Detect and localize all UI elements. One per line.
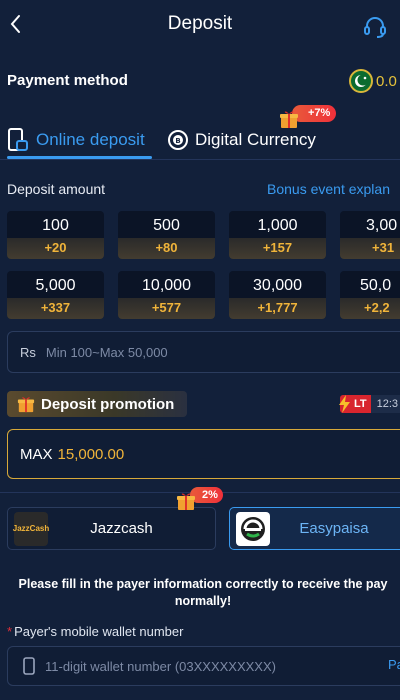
payment-option-jazzcash[interactable]: JazzCash Jazzcash xyxy=(7,507,216,550)
amount-bonus: +337 xyxy=(7,298,104,319)
amount-bonus: +1,777 xyxy=(229,298,326,319)
balance-display[interactable]: 0.0 xyxy=(349,69,397,93)
wallet-number-input[interactable] xyxy=(45,658,345,674)
amount-option[interactable]: 1,000 +157 xyxy=(229,211,326,259)
wallet-number-field[interactable] xyxy=(7,646,400,686)
amount-bonus: +31 xyxy=(340,238,400,259)
payer-wallet-label: * Payer's mobile wallet number xyxy=(7,624,183,639)
pakistan-flag-icon xyxy=(349,69,373,93)
tab-digital-currency[interactable]: B Digital Currency xyxy=(167,125,316,155)
amount-bonus: +20 xyxy=(7,238,104,259)
max-value: 15,000.00 xyxy=(57,445,125,463)
deposit-amount-label: Deposit amount xyxy=(7,181,106,197)
payer-wallet-label-text: Payer's mobile wallet number xyxy=(14,624,184,639)
payer-info-notice: Please fill in the payer information cor… xyxy=(0,576,400,610)
amount-bonus: +157 xyxy=(229,238,326,259)
currency-label: Rs xyxy=(20,344,36,360)
amount-value: 100 xyxy=(42,217,69,234)
bonus-event-link[interactable]: Bonus event explan xyxy=(267,181,390,197)
deposit-promotion-header: Deposit promotion xyxy=(7,391,187,417)
required-mark: * xyxy=(7,624,13,639)
payment-option-easypaisa[interactable]: Easypaisa xyxy=(229,507,400,550)
deposit-promotion-label: Deposit promotion xyxy=(41,395,175,413)
amount-value: 50,0 xyxy=(360,277,392,294)
amount-option[interactable]: 100 +20 xyxy=(7,211,104,259)
amount-option[interactable]: 30,000 +1,777 xyxy=(229,271,326,319)
limited-time-badge: LT 12:3 xyxy=(339,395,400,413)
easypaisa-logo xyxy=(236,511,270,546)
promotion-max-box[interactable]: MAX 15,000.00 xyxy=(7,429,400,479)
max-label: MAX xyxy=(20,445,53,463)
payment-method-label: Payment method xyxy=(7,72,128,89)
notice-line: normally! xyxy=(174,594,232,608)
amount-input-field[interactable]: Rs xyxy=(7,331,400,373)
amount-value: 10,000 xyxy=(142,277,191,294)
amount-option[interactable]: 3,00 +31 xyxy=(340,211,400,259)
amount-option[interactable]: 10,000 +577 xyxy=(118,271,215,319)
notice-line: Please fill in the payer information cor… xyxy=(18,577,388,591)
amount-value: 30,000 xyxy=(253,277,302,294)
svg-text:B: B xyxy=(175,137,180,145)
amount-option[interactable]: 50,0 +2,2 xyxy=(340,271,400,319)
amount-option[interactable]: 500 +80 xyxy=(118,211,215,259)
amount-option[interactable]: 5,000 +337 xyxy=(7,271,104,319)
countdown-timer: 12:3 xyxy=(370,395,400,413)
amount-bonus: +2,2 xyxy=(340,298,400,319)
lightning-icon xyxy=(339,395,350,413)
gift-icon xyxy=(17,397,35,413)
phone-icon xyxy=(23,657,35,675)
amount-bonus: +80 xyxy=(118,238,215,259)
amount-value: 3,00 xyxy=(366,217,398,234)
tab-digital-currency-label: Digital Currency xyxy=(195,130,316,149)
paste-button[interactable]: Pa xyxy=(388,657,400,672)
jazzcash-logo: JazzCash xyxy=(13,511,49,546)
page-title: Deposit xyxy=(167,13,233,34)
amount-value: 5,000 xyxy=(35,277,76,294)
tab-online-deposit-label: Online deposit xyxy=(36,130,145,149)
amount-bonus: +577 xyxy=(118,298,215,319)
phone-card-icon xyxy=(8,128,28,151)
balance-value: 0.0 xyxy=(376,72,397,90)
payment-option-label: Easypaisa xyxy=(299,520,369,537)
tab-online-deposit[interactable]: Online deposit xyxy=(7,125,145,155)
coin-icon: B xyxy=(168,130,188,150)
gift-icon xyxy=(177,493,195,510)
payment-option-label: Jazzcash xyxy=(90,520,153,537)
amount-value: 1,000 xyxy=(257,217,298,234)
amount-value: 500 xyxy=(153,217,180,234)
amount-input[interactable] xyxy=(45,344,346,360)
gift-icon xyxy=(280,111,298,128)
tab-divider xyxy=(0,159,400,160)
headset-icon[interactable] xyxy=(362,14,388,40)
